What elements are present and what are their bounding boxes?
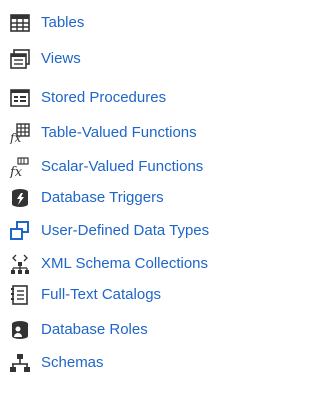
link-label: Views <box>41 50 81 67</box>
link-schemas[interactable]: Schemas <box>0 348 259 378</box>
link-label: Stored Procedures <box>41 89 167 106</box>
database-trigger-icon <box>9 187 31 209</box>
link-label: Tables <box>41 14 85 31</box>
link-stored-procedures[interactable]: Stored Procedures <box>0 83 259 113</box>
link-label: User-Defined Data Types <box>41 222 210 239</box>
link-table-valued-functions[interactable]: fx Table-Valued Functions <box>0 118 259 148</box>
link-label: Schemas <box>41 354 104 371</box>
scalar-valued-function-icon: fx <box>9 156 31 178</box>
link-label: Full-Text Catalogs <box>41 286 162 303</box>
link-label: Database Roles <box>41 321 148 338</box>
full-text-catalog-icon <box>9 284 31 306</box>
link-database-roles[interactable]: Database Roles <box>0 315 259 345</box>
svg-text:fx: fx <box>9 165 23 178</box>
object-type-list: Tables Views Stored Procedures fx Table-… <box>0 0 259 410</box>
user-defined-type-icon <box>9 220 31 242</box>
xml-schema-icon <box>9 253 31 275</box>
link-label: Database Triggers <box>41 189 164 206</box>
link-user-defined-data-types[interactable]: User-Defined Data Types <box>0 216 259 246</box>
view-icon <box>9 48 31 70</box>
link-database-triggers[interactable]: Database Triggers <box>0 183 259 213</box>
link-views[interactable]: Views <box>0 44 259 74</box>
table-icon <box>9 12 31 34</box>
stored-procedure-icon <box>9 87 31 109</box>
link-full-text-catalogs[interactable]: Full-Text Catalogs <box>0 280 259 310</box>
link-xml-schema-collections[interactable]: XML Schema Collections <box>0 249 259 279</box>
link-label: Table-Valued Functions <box>41 124 197 141</box>
table-valued-function-icon: fx <box>9 122 31 144</box>
link-scalar-valued-functions[interactable]: fx Scalar-Valued Functions <box>0 152 259 182</box>
link-tables[interactable]: Tables <box>0 8 259 38</box>
schema-icon <box>9 352 31 374</box>
link-label: XML Schema Collections <box>41 255 209 272</box>
link-label: Scalar-Valued Functions <box>41 158 204 175</box>
svg-text:fx: fx <box>9 131 21 144</box>
database-role-icon <box>9 319 31 341</box>
